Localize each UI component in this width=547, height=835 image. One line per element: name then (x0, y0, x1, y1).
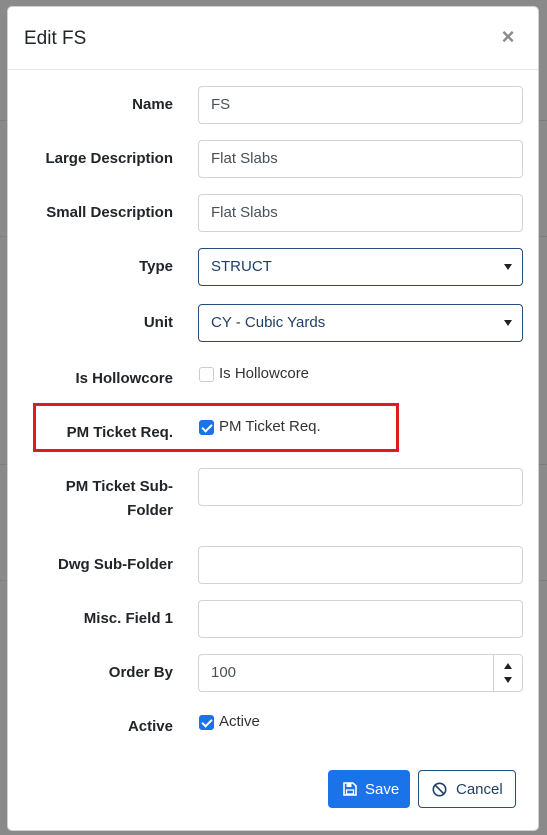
small-description-label: Small Description (46, 204, 173, 221)
save-label: Save (365, 781, 400, 798)
dwg-sub-folder-input[interactable] (198, 546, 523, 584)
unit-label: Unit (143, 314, 173, 331)
pm-ticket-sub-folder-label-line1: PM Ticket Sub- (65, 478, 173, 495)
small-description-input[interactable]: Flat Slabs (198, 194, 523, 232)
close-icon[interactable]: × (496, 25, 520, 49)
type-label: Type (139, 258, 173, 275)
type-select-value: STRUCT (211, 258, 272, 275)
pm-ticket-req-label: PM Ticket Req. (66, 424, 173, 441)
name-input[interactable]: FS (198, 86, 523, 124)
large-description-label: Large Description (45, 150, 173, 167)
cancel-icon (432, 782, 447, 797)
name-label: Name (132, 96, 173, 113)
order-by-input[interactable]: 100 (198, 654, 523, 692)
misc-field-1-input[interactable] (198, 600, 523, 638)
order-by-value: 100 (211, 664, 237, 681)
pm-ticket-req-checkbox[interactable] (199, 420, 214, 435)
save-icon (343, 782, 357, 796)
modal-title: Edit FS (24, 28, 87, 49)
active-label: Active (127, 718, 173, 735)
is-hollowcore-check-label[interactable]: Is Hollowcore (219, 364, 309, 384)
modal-header: Edit FS × (8, 7, 538, 70)
is-hollowcore-label: Is Hollowcore (75, 370, 173, 387)
spin-up-icon[interactable] (504, 663, 512, 669)
active-checkbox[interactable] (199, 715, 214, 730)
active-check-label[interactable]: Active (219, 712, 260, 732)
order-by-spinner[interactable] (493, 655, 522, 691)
pm-ticket-sub-folder-label-line2: Folder (127, 502, 173, 519)
save-button[interactable]: Save (328, 770, 410, 808)
misc-field-1-label: Misc. Field 1 (83, 610, 173, 627)
large-description-input[interactable]: Flat Slabs (198, 140, 523, 178)
cancel-button[interactable]: Cancel (418, 770, 516, 808)
cancel-label: Cancel (456, 781, 503, 798)
pm-ticket-req-check-label[interactable]: PM Ticket Req. (219, 417, 321, 437)
type-select[interactable]: STRUCT (198, 248, 523, 286)
unit-select-value: CY - Cubic Yards (211, 314, 326, 331)
dwg-sub-folder-label: Dwg Sub-Folder (58, 556, 173, 573)
pm-ticket-sub-folder-input[interactable] (198, 468, 523, 506)
chevron-down-icon (504, 264, 512, 270)
chevron-down-icon (504, 320, 512, 326)
is-hollowcore-checkbox[interactable] (199, 367, 214, 382)
unit-select[interactable]: CY - Cubic Yards (198, 304, 523, 342)
order-by-label: Order By (108, 664, 173, 681)
edit-modal: Edit FS × Name FS Large Description Flat… (7, 6, 539, 831)
spin-down-icon[interactable] (504, 677, 512, 683)
